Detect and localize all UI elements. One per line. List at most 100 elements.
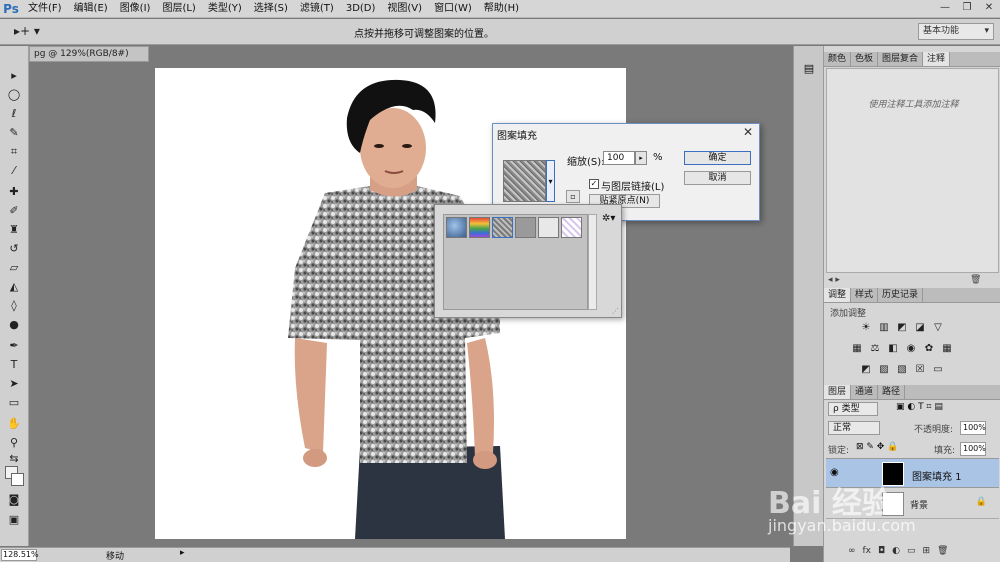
minimize-button[interactable]: — bbox=[934, 0, 956, 16]
menu-edit[interactable]: 编辑(E) bbox=[68, 0, 114, 18]
menu-select[interactable]: 选择(S) bbox=[248, 0, 294, 18]
posterize-icon[interactable]: ▨ bbox=[878, 364, 890, 376]
notes-nav-arrows-icon[interactable]: ◂ ▸ bbox=[828, 275, 840, 285]
scale-slider-arrow-icon[interactable]: ▸ bbox=[635, 151, 647, 165]
blend-mode-select[interactable]: 正常 bbox=[828, 421, 880, 435]
layer-row-pattern-fill[interactable]: ◉ 图案填充 1 bbox=[826, 458, 999, 488]
levels-icon[interactable]: ▥ bbox=[878, 322, 890, 334]
tab-paths[interactable]: 路径 bbox=[878, 385, 906, 399]
resize-grip-icon[interactable]: ⋰ bbox=[612, 307, 619, 315]
hand-tool-icon[interactable]: ✋ bbox=[5, 416, 23, 432]
pen-tool-icon[interactable]: ✒ bbox=[5, 338, 23, 354]
menu-3d[interactable]: 3D(D) bbox=[340, 0, 382, 18]
menu-filter[interactable]: 滤镜(T) bbox=[294, 0, 340, 18]
picker-scrollbar[interactable] bbox=[588, 214, 597, 310]
fx-icon[interactable]: fx bbox=[863, 546, 872, 560]
tab-channels[interactable]: 通道 bbox=[851, 385, 879, 399]
tab-adjustments[interactable]: 调整 bbox=[824, 288, 852, 302]
tab-layer-comps[interactable]: 图层复合 bbox=[878, 52, 924, 66]
visibility-eye-icon[interactable]: ◉ bbox=[830, 467, 839, 478]
paint-bucket-tool-icon[interactable]: ◭ bbox=[5, 279, 23, 295]
link-with-layer-checkbox[interactable]: ✓ bbox=[589, 179, 599, 189]
curves-icon[interactable]: ◩ bbox=[896, 322, 908, 334]
tab-notes[interactable]: 注释 bbox=[923, 52, 951, 66]
zoom-level-input[interactable]: 128.51% bbox=[1, 549, 39, 561]
menu-window[interactable]: 窗口(W) bbox=[428, 0, 478, 18]
filter-icons[interactable]: ▣ ◐ T ⌗ ▤ bbox=[896, 402, 943, 412]
trash-icon[interactable]: 🗑 bbox=[970, 275, 981, 285]
delete-layer-icon[interactable]: 🗑 bbox=[937, 546, 948, 560]
eraser-tool-icon[interactable]: ▱ bbox=[5, 260, 23, 276]
tab-swatches[interactable]: 色板 bbox=[851, 52, 879, 66]
history-brush-tool-icon[interactable]: ↺ bbox=[5, 241, 23, 257]
selective-color-icon[interactable]: ☒ bbox=[914, 364, 926, 376]
eyedropper-tool-icon[interactable]: ⁄ bbox=[5, 163, 23, 179]
move-tool-icon[interactable]: ▸ bbox=[5, 68, 23, 84]
menu-layer[interactable]: 图层(L) bbox=[156, 0, 201, 18]
ok-button[interactable]: 确定 bbox=[684, 151, 751, 165]
menu-type[interactable]: 类型(Y) bbox=[202, 0, 248, 18]
color-balance-icon[interactable]: ⚖ bbox=[869, 343, 881, 355]
healing-brush-tool-icon[interactable]: ✚ bbox=[5, 184, 23, 200]
crop-tool-icon[interactable]: ⌗ bbox=[5, 144, 23, 160]
scale-input[interactable]: 100 bbox=[603, 151, 635, 165]
tab-styles[interactable]: 样式 bbox=[851, 288, 879, 302]
clone-stamp-tool-icon[interactable]: ♜ bbox=[5, 222, 23, 238]
marquee-tool-icon[interactable]: ◯ bbox=[5, 87, 23, 103]
new-preset-button[interactable]: ▫ bbox=[566, 190, 580, 203]
invert-icon[interactable]: ◩ bbox=[860, 364, 872, 376]
menu-file[interactable]: 文件(F) bbox=[22, 0, 68, 18]
menu-image[interactable]: 图像(I) bbox=[114, 0, 157, 18]
close-window-button[interactable]: ✕ bbox=[978, 0, 1000, 16]
tab-layers[interactable]: 图层 bbox=[824, 385, 852, 399]
dodge-tool-icon[interactable]: ● bbox=[5, 317, 23, 333]
layer-kind-select[interactable]: ρ 类型 bbox=[828, 402, 878, 416]
pattern-swatch-gray-texture[interactable] bbox=[492, 217, 513, 238]
layer-row-background[interactable]: 背景 🔒 bbox=[826, 489, 999, 519]
fill-input[interactable]: 100% bbox=[960, 442, 986, 456]
brightness-icon[interactable]: ☀ bbox=[860, 322, 872, 334]
opacity-input[interactable]: 100% bbox=[960, 421, 986, 435]
exposure-icon[interactable]: ◪ bbox=[914, 322, 926, 334]
type-tool-icon[interactable]: T bbox=[5, 357, 23, 373]
chevron-down-icon[interactable]: ▾ bbox=[546, 160, 555, 202]
brush-tool-icon[interactable]: ✐ bbox=[5, 203, 23, 219]
color-lookup-icon[interactable]: ▦ bbox=[941, 343, 953, 355]
properties-panel-icon[interactable]: ▤ bbox=[801, 62, 817, 78]
hue-saturation-icon[interactable]: ▦ bbox=[851, 343, 863, 355]
black-white-icon[interactable]: ◧ bbox=[887, 343, 899, 355]
cancel-button[interactable]: 取消 bbox=[684, 171, 751, 185]
pattern-swatch-light[interactable] bbox=[538, 217, 559, 238]
new-group-icon[interactable]: ▭ bbox=[907, 546, 916, 560]
tool-preset-picker[interactable]: ▸+ ▾ bbox=[14, 24, 40, 38]
workspace-select[interactable]: 基本功能 bbox=[918, 23, 994, 40]
screen-mode-icon[interactable]: ▣ bbox=[5, 512, 23, 528]
tab-history[interactable]: 历史记录 bbox=[878, 288, 924, 302]
add-mask-icon[interactable]: ◘ bbox=[878, 546, 885, 560]
pattern-swatch-lavender[interactable] bbox=[561, 217, 582, 238]
rectangle-tool-icon[interactable]: ▭ bbox=[5, 395, 23, 411]
menu-view[interactable]: 视图(V) bbox=[381, 0, 428, 18]
quick-mask-icon[interactable]: ◙ bbox=[5, 492, 23, 508]
zoom-tool-icon[interactable]: ⚲ bbox=[5, 435, 23, 451]
photo-filter-icon[interactable]: ◉ bbox=[905, 343, 917, 355]
restore-button[interactable]: ❐ bbox=[956, 0, 978, 16]
tab-color[interactable]: 颜色 bbox=[824, 52, 852, 66]
vibrance-icon[interactable]: ▽ bbox=[932, 322, 944, 334]
document-tab[interactable]: pg @ 129%(RGB/8#) bbox=[29, 46, 149, 62]
new-adjustment-icon[interactable]: ◐ bbox=[892, 546, 900, 560]
close-icon[interactable]: ✕ bbox=[743, 125, 753, 139]
lock-icons[interactable]: ⊠ ✎ ✥ 🔒 bbox=[856, 442, 898, 452]
new-layer-icon[interactable]: ⊞ bbox=[923, 546, 931, 560]
blur-tool-icon[interactable]: ◊ bbox=[5, 298, 23, 314]
background-color-swatch[interactable] bbox=[11, 473, 24, 486]
pattern-preview-swatch[interactable] bbox=[503, 160, 546, 202]
status-menu-arrow-icon[interactable]: ▸ bbox=[180, 548, 185, 558]
pattern-swatch-tie-dye[interactable] bbox=[469, 217, 490, 238]
link-layers-icon[interactable]: ∞ bbox=[848, 546, 856, 560]
threshold-icon[interactable]: ▧ bbox=[896, 364, 908, 376]
gear-icon[interactable]: ✲▾ bbox=[602, 213, 615, 224]
quick-select-tool-icon[interactable]: ✎ bbox=[5, 125, 23, 141]
menu-help[interactable]: 帮助(H) bbox=[478, 0, 525, 18]
channel-mixer-icon[interactable]: ✿ bbox=[923, 343, 935, 355]
